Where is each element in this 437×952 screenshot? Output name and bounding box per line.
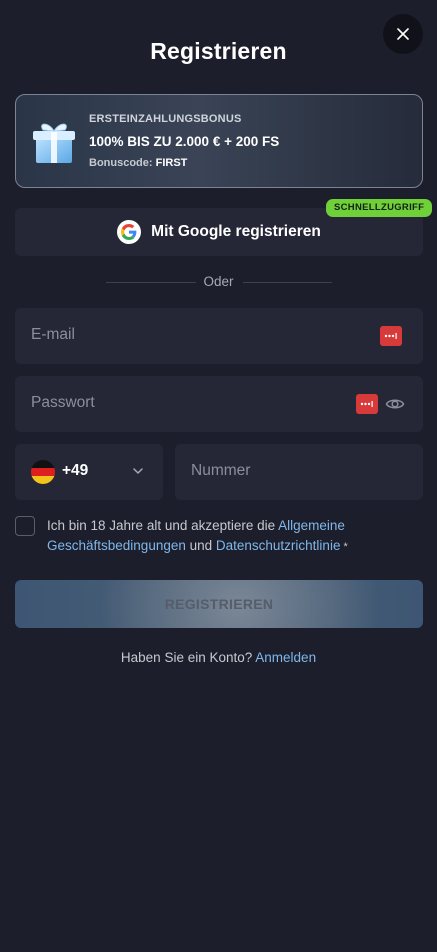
google-register-label: Mit Google registrieren [151,223,321,240]
password-field[interactable]: Passwort [15,376,423,432]
phone-number-field[interactable]: Nummer [175,444,423,500]
google-icon [117,220,142,244]
password-placeholder: Passwort [31,394,95,411]
country-code-value: +49 [62,462,89,479]
bonus-code-value: FIRST [155,157,188,169]
register-button-label: REGISTRIEREN [164,596,274,612]
gift-icon [33,123,75,163]
terms-checkbox[interactable] [15,516,35,536]
terms-text: Ich bin 18 Jahre alt und akzeptiere die … [47,516,387,557]
password-manager-icon[interactable] [356,394,378,414]
chevron-down-icon [133,468,143,474]
terms-text-middle: und [185,538,216,553]
password-manager-icon[interactable] [380,326,402,346]
quick-access-badge: SCHNELLZUGRIFF [326,199,433,217]
email-placeholder: E-mail [31,326,75,343]
bonus-card: ERSTEINZAHLUNGSBONUS 100% BIS ZU 2.000 €… [15,94,423,188]
terms-text-before: Ich bin 18 Jahre alt und akzeptiere die [47,518,279,533]
page-title: Registrieren [150,38,287,64]
bonus-code: Bonuscode: FIRST [89,157,187,169]
login-prompt: Haben Sie ein Konto? Anmelden [0,650,437,665]
eye-icon[interactable] [385,394,405,414]
phone-number-placeholder: Nummer [191,462,251,479]
country-code-select[interactable]: +49 [15,444,163,500]
login-link[interactable]: Anmelden [255,650,316,665]
privacy-link[interactable]: Datenschutzrichtlinie [216,538,341,553]
bonus-eyebrow: ERSTEINZAHLUNGSBONUS [89,113,242,125]
register-button[interactable]: REGISTRIEREN [15,580,423,628]
required-mark: * [340,541,348,553]
divider-label: Oder [203,274,234,289]
bonus-headline: 100% BIS ZU 2.000 € + 200 FS [89,134,280,149]
germany-flag-icon [31,460,55,484]
bonus-code-label: Bonuscode: [89,157,153,169]
email-field[interactable]: E-mail [15,308,423,364]
divider-line-right [243,282,332,283]
registration-modal: Registrieren ERSTEINZAHLUNGSBONUS 100% B… [0,0,437,952]
login-question: Haben Sie ein Konto? [120,650,253,665]
